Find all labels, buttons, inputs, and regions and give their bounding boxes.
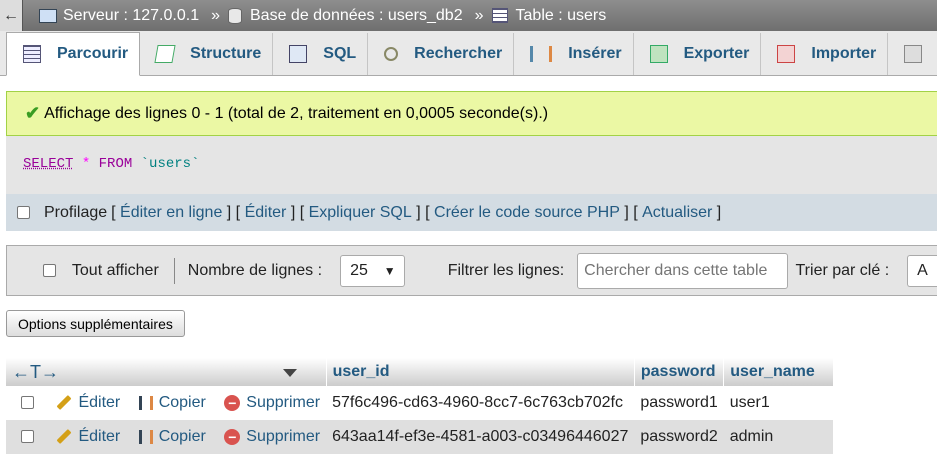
tab-exporter[interactable]: Exporter [634, 33, 762, 75]
create-php-code-link[interactable]: Créer le code source PHP [434, 204, 620, 222]
extra-options-button[interactable]: Options supplémentaires [6, 310, 185, 337]
edit-link[interactable]: Éditer [245, 204, 287, 222]
copy-icon [138, 429, 153, 444]
breadcrumb-database[interactable]: Base de données : users_db2 [250, 7, 463, 25]
sql-select-keyword[interactable]: SELECT [23, 156, 73, 172]
sql-from-keyword: FROM [98, 156, 133, 172]
row-checkbox[interactable] [21, 430, 34, 444]
tab-label: Rechercher [414, 45, 503, 62]
table-icon [491, 8, 508, 23]
tab-inserer[interactable]: Insérer [514, 33, 634, 75]
breadcrumb-server[interactable]: Serveur : 127.0.0.1 [63, 7, 199, 25]
delete-action[interactable]: − Supprimer [224, 428, 320, 445]
cell-user-id[interactable]: 643aa14f-ef3e-4581-a003-c03496446027 [326, 420, 635, 454]
table-row: Éditer Copier − Supprimer 57f6c496-cd63-4… [6, 386, 834, 420]
sort-by-key-value: A [917, 261, 928, 279]
success-message: ✔ Affichage des lignes 0 - 1 (total de 2… [6, 91, 937, 136]
column-header-password[interactable]: password [634, 358, 725, 386]
edit-inline-link[interactable]: Éditer en ligne [120, 204, 222, 222]
sql-icon [289, 45, 308, 63]
insert-icon [530, 46, 553, 62]
extra-options-label: Options supplémentaires [18, 315, 173, 332]
checkmark-icon: ✔ [25, 103, 41, 123]
breadcrumb-separator: » [211, 6, 220, 24]
rows-per-page-value: 25 [350, 261, 368, 279]
table-header-row: ←T→ user_id password user_name [6, 358, 834, 386]
export-icon [649, 45, 668, 63]
column-menu-triangle-icon[interactable] [283, 369, 298, 378]
refresh-link[interactable]: Actualiser [642, 204, 712, 222]
browse-icon [23, 45, 41, 63]
profiling-bar: Profilage [ Éditer en ligne ] [ Éditer ]… [6, 194, 937, 231]
edit-action[interactable]: Éditer [56, 394, 120, 411]
breadcrumb: ← Serveur : 127.0.0.1 » Base de données … [0, 0, 937, 31]
copy-icon [138, 395, 153, 410]
sort-by-key-select[interactable]: A [907, 254, 937, 287]
row-actions: Éditer Copier − Supprimer [6, 420, 327, 454]
import-icon [777, 45, 796, 63]
search-icon [384, 47, 399, 61]
sql-table-name: `users` [140, 156, 200, 172]
profiling-checkbox[interactable] [17, 206, 30, 219]
tab-structure[interactable]: Structure [140, 33, 274, 75]
row-actions: Éditer Copier − Supprimer [6, 386, 327, 420]
profiling-label: Profilage [44, 203, 108, 221]
delete-action[interactable]: − Supprimer [224, 394, 320, 411]
tab-label: Exporter [683, 45, 750, 62]
sql-query-box: SELECT * FROM `users` [6, 136, 937, 194]
pencil-icon [57, 395, 72, 411]
delete-icon: − [224, 394, 241, 411]
privileges-icon [904, 45, 923, 63]
row-checkbox[interactable] [21, 396, 34, 410]
edit-action[interactable]: Éditer [56, 428, 120, 445]
column-arrows-icon[interactable]: ←T→ [12, 362, 59, 382]
tab-rechercher[interactable]: Rechercher [368, 33, 515, 75]
column-header-user-name[interactable]: user_name [723, 358, 834, 386]
tab-bar: Parcourir Structure SQL Rechercher Insér… [0, 31, 937, 76]
column-header-user-id[interactable]: user_id [326, 358, 635, 386]
show-all-checkbox[interactable] [43, 264, 56, 277]
divider [173, 257, 175, 284]
back-arrow-icon[interactable]: ← [0, 0, 23, 31]
server-icon [39, 8, 57, 23]
rows-per-page-select[interactable]: 25 ▼ [340, 254, 405, 287]
success-text: Affichage des lignes 0 - 1 (total de 2, … [44, 104, 549, 122]
copy-action[interactable]: Copier [138, 394, 206, 411]
tab-parcourir[interactable]: Parcourir [6, 32, 141, 76]
database-icon [228, 7, 242, 24]
sort-label: Trier par clé : [795, 261, 890, 279]
tab-sql[interactable]: SQL [273, 33, 369, 75]
breadcrumb-separator: » [474, 6, 484, 24]
filter-placeholder: Chercher dans cette table [584, 261, 768, 279]
show-all-label: Tout afficher [71, 261, 159, 279]
column-toggle-header: ←T→ [6, 358, 327, 386]
cell-user-id[interactable]: 57f6c496-cd63-4960-8cc7-6c763cb702fc [326, 386, 635, 420]
navigation-bar: Tout afficher Nombre de lignes : 25 ▼ Fi… [6, 245, 937, 296]
copy-action[interactable]: Copier [138, 428, 206, 445]
tab-importer[interactable]: Importer [761, 33, 889, 75]
results-table: ←T→ user_id password user_name Éditer Co… [6, 358, 834, 454]
tab-label: SQL [323, 45, 357, 62]
rows-label: Nombre de lignes : [187, 261, 323, 279]
cell-password[interactable]: password2 [634, 420, 724, 454]
structure-icon [154, 45, 176, 63]
sql-star: * [81, 156, 91, 172]
tab-privileges[interactable]: P [888, 33, 937, 75]
filter-label: Filtrer les lignes: [447, 261, 565, 279]
explain-sql-link[interactable]: Expliquer SQL [309, 204, 412, 222]
chevron-down-icon: ▼ [383, 263, 396, 278]
tab-label: Importer [811, 45, 877, 62]
tab-label: Structure [190, 45, 262, 62]
filter-input[interactable]: Chercher dans cette table [577, 252, 788, 289]
pencil-icon [57, 429, 72, 445]
tab-label: Insérer [568, 45, 622, 62]
cell-user-name[interactable]: admin [723, 420, 834, 454]
table-row: Éditer Copier − Supprimer 643aa14f-ef3e-4… [6, 420, 834, 454]
cell-user-name[interactable]: user1 [723, 386, 834, 420]
delete-icon: − [224, 428, 241, 445]
cell-password[interactable]: password1 [634, 386, 724, 420]
breadcrumb-table[interactable]: Table : users [516, 7, 607, 25]
tab-label: Parcourir [57, 45, 129, 62]
